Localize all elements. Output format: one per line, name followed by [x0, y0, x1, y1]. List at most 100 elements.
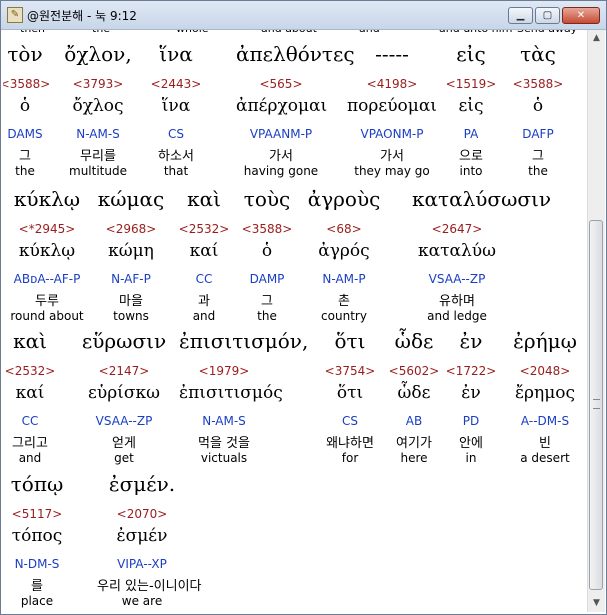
korean-gloss: 두루: [35, 294, 59, 309]
lemma: ἐσμέν: [116, 526, 168, 546]
korean-gloss: 가서: [380, 149, 404, 164]
lemma: καταλύω: [418, 241, 496, 261]
korean-gloss: 촌: [338, 294, 350, 309]
strong-number[interactable]: <2048>: [500, 364, 587, 378]
morphology-code: VSAA--ZP: [428, 272, 486, 286]
morphology-code: CC: [21, 414, 39, 428]
korean-gloss: 유하며: [439, 294, 475, 309]
strong-number[interactable]: <5117>: [3, 507, 82, 521]
greek-word: ἐπισιτισμόν,: [179, 329, 309, 353]
korean-gloss: 빈: [539, 436, 551, 451]
greek-word: καταλύσωσιν: [412, 187, 552, 211]
morphology-code: ABᴅA--AF-P: [13, 272, 81, 286]
english-gloss: and ledge: [427, 309, 487, 323]
greek-word: ἵνα: [159, 42, 193, 66]
strong-number[interactable]: <2147>: [79, 364, 169, 378]
interlinear-panel[interactable]: then the whole and about and and unto him Send…: [3, 30, 587, 612]
korean-gloss: 그: [532, 149, 544, 164]
strong-number[interactable]: <2070>: [97, 507, 187, 521]
strong-number[interactable]: <565>: [236, 77, 326, 91]
greek-word: τὰς: [520, 42, 556, 66]
english-gloss: the: [528, 164, 548, 178]
english-gloss: multitude: [69, 164, 127, 178]
lemma: ἔρημος: [514, 383, 576, 403]
greek-word: ἀγροὺς: [307, 187, 381, 211]
english-gloss: country: [321, 309, 367, 323]
lemma: κύκλῳ: [18, 241, 76, 261]
strong-number[interactable]: <*2945>: [3, 222, 92, 236]
clipped-gloss-text: and: [359, 30, 380, 35]
morphology-code: N-DM-S: [14, 557, 60, 571]
lemma: ἀγρός: [318, 241, 370, 261]
english-gloss: having gone: [243, 164, 319, 178]
maximize-button[interactable]: ▢: [535, 7, 560, 24]
greek-word: ἐρήμῳ: [513, 329, 577, 353]
lemma: τόπος: [11, 526, 63, 546]
english-gloss: they may go: [354, 164, 430, 178]
scrollbar-thumb[interactable]: [589, 220, 603, 590]
strong-number[interactable]: <2532>: [3, 364, 75, 378]
close-button[interactable]: ✕: [562, 7, 600, 24]
clipped-gloss-text: then: [20, 30, 45, 35]
lemma: ἵνα: [161, 96, 191, 116]
korean-gloss: 하소서: [158, 149, 194, 164]
strong-number[interactable]: <3793>: [53, 77, 143, 91]
korean-gloss: 가서: [269, 149, 293, 164]
clipped-gloss-text: whole: [176, 30, 209, 35]
morphology-code: VIPA--XP: [117, 557, 167, 571]
morphology-code: VSAA--ZP: [95, 414, 153, 428]
english-gloss: a desert: [520, 451, 570, 465]
greek-word: κύκλῳ: [13, 187, 81, 211]
morphology-code: N-AM-S: [76, 127, 120, 141]
scroll-down-arrow-icon[interactable]: ▼: [588, 595, 605, 612]
lemma: ἀπέρχομαι: [236, 96, 328, 116]
greek-word: εὕρωσιν: [81, 329, 167, 353]
korean-gloss: 얻게: [112, 436, 136, 451]
lemma: εὑρίσκω: [88, 383, 160, 403]
strong-number[interactable]: <3588>: [493, 77, 583, 91]
lemma: ὁ: [532, 96, 544, 116]
strong-number[interactable]: <4198>: [347, 77, 437, 91]
english-gloss: victuals: [200, 451, 248, 465]
window-title: @원전분해 - 눅 9:12: [27, 9, 137, 23]
strong-number[interactable]: <1979>: [179, 364, 269, 378]
minimize-icon: ▁: [516, 10, 525, 21]
strong-number[interactable]: <68>: [299, 222, 389, 236]
morphology-code: N-AM-P: [322, 272, 366, 286]
clipped-gloss-text: the: [92, 30, 110, 35]
app-icon: ✎: [7, 7, 23, 23]
morphology-code: DAFP: [522, 127, 554, 141]
strong-number[interactable]: <2443>: [131, 77, 221, 91]
english-gloss: and: [18, 451, 42, 465]
clipped-gloss-text: Send away: [517, 30, 577, 35]
greek-word: τόπῳ: [10, 472, 64, 496]
korean-gloss: 를: [31, 579, 43, 594]
greek-word: ἀπελθόντες: [236, 42, 355, 66]
close-icon: ✕: [576, 10, 586, 21]
english-gloss: get: [114, 451, 134, 465]
lemma: ἐπισιτισμός: [179, 383, 283, 403]
minimize-button[interactable]: ▁: [508, 7, 533, 24]
korean-gloss: 우리 있는-이니이다: [97, 579, 202, 594]
title-bar[interactable]: ✎ @원전분해 - 눅 9:12 ▁ ▢ ✕: [1, 1, 606, 30]
morphology-code: N-AM-S: [202, 414, 246, 428]
grip-icon: [593, 399, 600, 409]
clipped-gloss-text: and unto him: [439, 30, 512, 35]
greek-word: ὄχλον,: [64, 42, 132, 66]
korean-gloss: 그리고: [12, 436, 48, 451]
english-gloss: that: [163, 164, 189, 178]
english-gloss: round about: [10, 309, 84, 323]
morphology-code: VPAONM-P: [360, 127, 424, 141]
english-gloss: we are: [121, 594, 163, 608]
greek-word: -----: [375, 42, 409, 66]
lemma: ὄχλος: [72, 96, 124, 116]
lemma: καί: [15, 383, 45, 403]
strong-number[interactable]: <2647>: [412, 222, 502, 236]
app-window: ✎ @원전분해 - 눅 9:12 ▁ ▢ ✕ then the whole and a…: [0, 0, 607, 615]
korean-gloss: 먹을 것을: [198, 436, 250, 451]
lemma: πορεύομαι: [347, 96, 437, 116]
vertical-scrollbar[interactable]: ▲ ▼: [587, 30, 605, 612]
morphology-code: A--DM-S: [520, 414, 570, 428]
scroll-up-arrow-icon[interactable]: ▲: [588, 30, 605, 47]
morphology-code: CS: [168, 127, 184, 141]
